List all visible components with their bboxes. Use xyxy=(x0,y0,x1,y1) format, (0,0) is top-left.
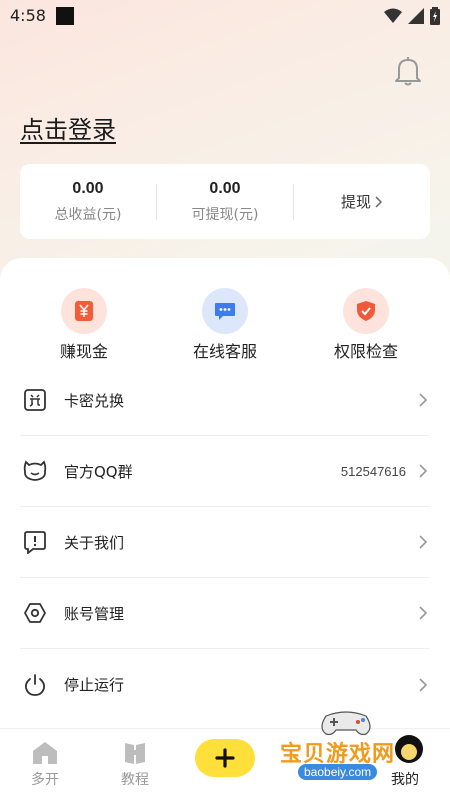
chevron-right-icon xyxy=(375,195,383,208)
quick-action-label: 在线客服 xyxy=(192,342,257,361)
menu-item-label: 账号管理 xyxy=(64,604,125,623)
quick-actions: 赚现金 在线客服 权限检查 xyxy=(0,288,450,361)
withdraw-label: 提现 xyxy=(340,193,371,211)
info-alert-icon xyxy=(22,529,48,555)
menu-item-label: 卡密兑换 xyxy=(64,391,125,410)
menu-item-qq-group[interactable]: 官方QQ群 512547616 xyxy=(20,436,430,507)
menu-item-account-management[interactable]: 账号管理 xyxy=(20,578,430,649)
withdrawable-earnings: 0.00 可提现(元) xyxy=(157,164,293,239)
menu-item-redeem-code[interactable]: 卡密兑换 xyxy=(20,365,430,436)
total-earnings-label: 总收益(元) xyxy=(54,206,122,223)
add-button[interactable] xyxy=(195,739,255,777)
withdrawable-label: 可提现(元) xyxy=(191,206,259,223)
mascot-icon xyxy=(395,735,423,763)
total-earnings-value: 0.00 xyxy=(72,179,104,197)
nav-label: 教程 xyxy=(121,772,149,788)
menu-item-label: 停止运行 xyxy=(64,676,125,694)
book-icon xyxy=(125,743,145,764)
quick-action-online-support[interactable]: 在线客服 xyxy=(170,288,280,362)
watermark-logo: 宝贝游戏网 baobeiy.com xyxy=(280,706,450,800)
quick-action-earn-cash[interactable]: 赚现金 xyxy=(29,288,139,362)
quick-action-permission-check[interactable]: 权限检查 xyxy=(311,288,421,362)
quick-action-label: 赚现金 xyxy=(59,342,108,361)
battery-icon xyxy=(430,7,440,25)
main-panel: 赚现金 在线客服 权限检查 卡密兑换 官方QQ群 512547616 关于我们 … xyxy=(0,258,450,728)
chat-icon xyxy=(202,288,248,334)
wifi-icon xyxy=(384,8,402,23)
bell-icon[interactable] xyxy=(394,56,422,86)
chevron-right-icon xyxy=(419,677,428,692)
yen-icon xyxy=(61,288,107,334)
total-earnings: 0.00 总收益(元) xyxy=(20,164,156,239)
chevron-right-icon xyxy=(419,393,428,407)
quick-action-label: 权限检查 xyxy=(333,342,398,361)
status-bar: 4:58 xyxy=(0,0,450,32)
withdrawable-value: 0.00 xyxy=(209,179,241,197)
nav-label: 多开 xyxy=(31,772,59,788)
watermark-site: baobeiy.com xyxy=(298,764,378,780)
signal-icon xyxy=(408,8,424,24)
chevron-right-icon xyxy=(419,464,428,478)
status-icons xyxy=(384,7,440,25)
menu-list: 卡密兑换 官方QQ群 512547616 关于我们 账号管理 停止运行 xyxy=(20,365,430,720)
qq-icon xyxy=(22,458,48,484)
nav-item-multi-open[interactable]: 多开 xyxy=(15,741,75,789)
plus-icon xyxy=(215,748,235,768)
withdraw-button[interactable]: 提现 xyxy=(294,191,430,212)
home-icon xyxy=(33,742,57,764)
login-link[interactable]: 点击登录 xyxy=(20,110,116,145)
redeem-icon xyxy=(22,387,48,413)
chevron-right-icon xyxy=(419,606,428,620)
power-icon xyxy=(22,672,48,698)
shield-check-icon xyxy=(343,288,389,334)
earnings-card: 0.00 总收益(元) 0.00 可提现(元) 提现 xyxy=(20,164,430,239)
chevron-right-icon xyxy=(419,535,428,549)
notification-icon xyxy=(56,7,74,25)
menu-item-label: 关于我们 xyxy=(64,533,125,552)
hexagon-settings-icon xyxy=(22,600,48,626)
nav-item-tutorial[interactable]: 教程 xyxy=(105,741,165,789)
status-time: 4:58 xyxy=(10,6,46,25)
gamepad-icon xyxy=(321,711,371,736)
menu-item-about-us[interactable]: 关于我们 xyxy=(20,507,430,578)
qq-group-number: 512547616 xyxy=(340,463,406,479)
menu-item-label: 官方QQ群 xyxy=(64,462,133,481)
